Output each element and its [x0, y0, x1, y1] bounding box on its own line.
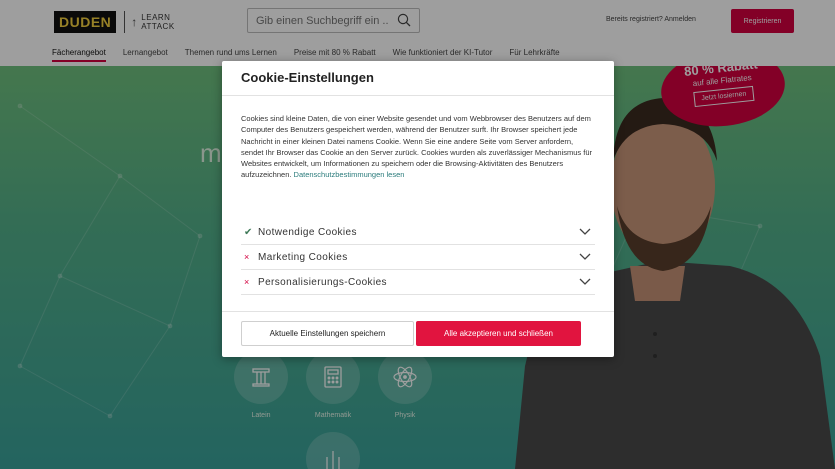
accordion-necessary-cookies[interactable]: ✔ Notwendige Cookies	[241, 220, 595, 245]
privacy-policy-link[interactable]: Datenschutzbestimmungen lesen	[294, 170, 405, 179]
divider	[222, 95, 614, 96]
chevron-down-icon[interactable]	[579, 253, 591, 261]
accept-all-button[interactable]: Alle akzeptieren und schließen	[416, 321, 581, 346]
chevron-down-icon[interactable]	[579, 228, 591, 236]
check-icon: ✔	[244, 226, 253, 238]
accordion-personalization-cookies[interactable]: × Personalisierungs-Cookies	[241, 270, 595, 295]
save-settings-button[interactable]: Aktuelle Einstellungen speichern	[241, 321, 414, 346]
cookie-description: Cookies sind kleine Daten, die von einer…	[241, 113, 597, 181]
dialog-title: Cookie-Einstellungen	[241, 70, 374, 85]
cross-icon: ×	[244, 252, 250, 262]
accordion-marketing-cookies[interactable]: × Marketing Cookies	[241, 245, 595, 270]
cookie-settings-dialog: Cookie-Einstellungen Cookies sind kleine…	[222, 61, 614, 357]
cross-icon: ×	[244, 277, 250, 287]
accordion-label: Marketing Cookies	[258, 251, 348, 263]
divider	[222, 311, 614, 312]
chevron-down-icon[interactable]	[579, 278, 591, 286]
accordion-label: Notwendige Cookies	[258, 226, 357, 238]
accordion-label: Personalisierungs-Cookies	[258, 276, 387, 288]
